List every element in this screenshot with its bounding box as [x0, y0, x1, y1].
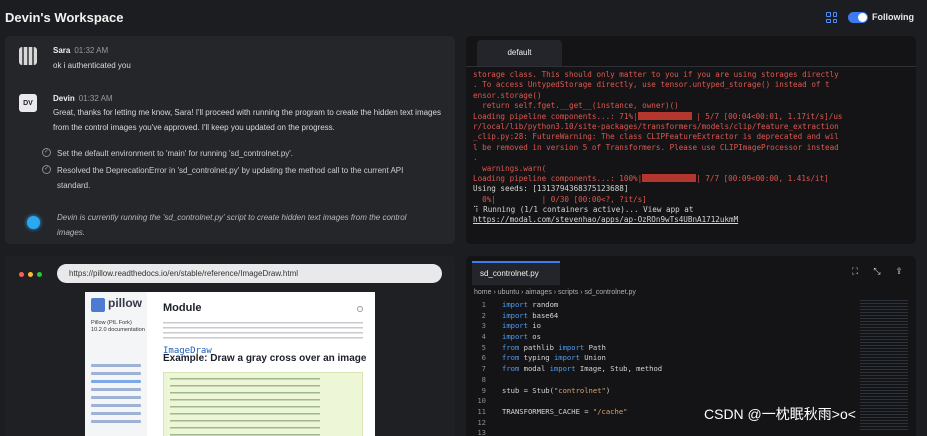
code-line[interactable]: 9 stub = Stub("controlnet") [466, 386, 846, 397]
progress-bar [642, 173, 697, 182]
terminal-line: . To access UntypedStorage directly, use… [473, 80, 830, 90]
terminal-line: warnings.warn( [473, 163, 547, 173]
line-number: 9 [481, 385, 486, 395]
sidebar-nav[interactable] [91, 364, 141, 428]
line-number: 4 [481, 332, 486, 342]
workspace-title: Devin's Workspace [5, 10, 124, 25]
code-line[interactable]: 3 import io [466, 321, 846, 332]
line-number: 3 [481, 321, 486, 331]
terminal-line: return self.fget.__get__(instance, owner… [473, 101, 679, 111]
terminal-output: storage class. This should only matter t… [473, 70, 913, 226]
code-line[interactable]: 5 from pathlib import Path [466, 343, 846, 354]
step-item: ✓ Set the default environment to 'main' … [42, 146, 407, 161]
message-time: 01:32 AM [78, 94, 113, 103]
following-label: Following [872, 12, 914, 22]
line-number: 13 [477, 428, 486, 436]
settings-icon[interactable] [357, 306, 363, 312]
terminal-line: l be removed in version 5 of Transformer… [473, 142, 839, 152]
section-heading: Example: Draw a gray cross over an image [163, 353, 367, 364]
watermark: CSDN @一枕眠秋雨>o< [704, 406, 856, 422]
expand-icon[interactable]: ⛶ [850, 266, 860, 276]
avatar [19, 47, 37, 65]
web-page: pillow Pillow (PIL Fork) 10.2.0 document… [85, 292, 375, 436]
code-line[interactable]: 2 import base64 [466, 311, 846, 322]
terminal-line: ensor.storage() [473, 90, 542, 100]
paragraph [163, 322, 363, 342]
editor-toolbar: ⛶ ⤡ ⇪ [850, 266, 904, 276]
message-text: Great, thanks for letting me know, Sara!… [53, 108, 441, 132]
line-number: 10 [477, 396, 486, 406]
terminal-line: r/local/lib/python3.10/site-packages/tra… [473, 121, 839, 131]
workspace-header: Devin's Workspace Following [0, 0, 927, 34]
code-line[interactable]: 6 from typing import Union [466, 353, 846, 364]
sidebar-title[interactable]: Pillow (PIL Fork) 10.2.0 documentation [91, 320, 145, 334]
avatar: DV [19, 94, 37, 112]
tab-sd-controlnet[interactable]: sd_controlnet.py [472, 261, 560, 285]
check-circle-icon: ✓ [42, 148, 51, 157]
line-number: 7 [481, 364, 486, 374]
code-line[interactable]: 1 import random [466, 300, 846, 311]
minimap[interactable] [860, 300, 908, 430]
code-example [163, 372, 363, 436]
status-text: Devin is currently running the 'sd_contr… [57, 213, 407, 237]
divider [466, 66, 916, 67]
message-author: Sara 01:32 AM [53, 46, 109, 55]
step-text: Resolved the DeprecationError in 'sd_con… [57, 166, 404, 190]
progress-bar [637, 111, 692, 120]
step-text: Set the default environment to 'main' fo… [57, 149, 294, 158]
step-item: ✓ Resolved the DeprecationError in 'sd_c… [42, 163, 412, 193]
code-line[interactable]: 13 [466, 428, 846, 436]
close-dot-icon[interactable] [19, 272, 24, 277]
line-number: 12 [477, 417, 486, 427]
line-number: 1 [481, 300, 486, 309]
terminal-line: ⠹ Running (1/1 containers active)... Vie… [473, 205, 694, 215]
running-indicator-icon [27, 216, 40, 229]
terminal-line: 0%| | 0/30 [00:00<?, ?it/s] [473, 194, 647, 204]
maximize-dot-icon[interactable] [37, 272, 42, 277]
logo-text: pillow [108, 296, 142, 310]
message-time: 01:32 AM [74, 46, 109, 55]
upload-icon[interactable]: ⇪ [894, 266, 904, 276]
chat-panel: Sara 01:32 AM ok i authenticated you DV D… [5, 36, 455, 244]
collapse-icon[interactable]: ⤡ [872, 266, 882, 276]
breadcrumb[interactable]: home › ubuntu › aimages › scripts › sd_c… [474, 289, 636, 296]
url-bar[interactable]: https://pillow.readthedocs.io/en/stable/… [57, 264, 442, 283]
page-title: ImageDraw Module [163, 302, 212, 356]
browser-panel: https://pillow.readthedocs.io/en/stable/… [5, 256, 455, 436]
line-number: 8 [481, 374, 486, 384]
docs-sidebar: pillow Pillow (PIL Fork) 10.2.0 document… [85, 292, 147, 436]
line-number: 5 [481, 342, 486, 352]
minimize-dot-icon[interactable] [28, 272, 33, 277]
pillow-logo-icon [91, 298, 105, 312]
line-number: 11 [477, 406, 486, 416]
terminal-line: storage class. This should only matter t… [473, 70, 839, 79]
tab-default[interactable]: default [477, 40, 562, 66]
terminal-line: Loading pipeline components...: 100%| | 7… [473, 173, 829, 183]
code-line[interactable]: 8 [466, 375, 846, 386]
message-author: Devin 01:32 AM [53, 94, 113, 103]
terminal-line: Loading pipeline components...: 71%| | 5… [473, 111, 843, 121]
line-number: 2 [481, 310, 486, 320]
line-number: 6 [481, 353, 486, 363]
code-line[interactable]: 7 from modal import Image, Stub, method [466, 364, 846, 375]
terminal-line[interactable]: https://modal.com/stevenhao/apps/ap-OzRO… [473, 215, 913, 225]
window-controls [19, 272, 42, 277]
terminal-line: . [473, 153, 478, 163]
terminal-panel: default storage class. This should only … [466, 36, 916, 244]
following-toggle[interactable] [848, 12, 868, 23]
terminal-line: _clip.py:28: FutureWarning: The class CL… [473, 132, 839, 142]
grid-layout-icon[interactable] [826, 12, 837, 23]
message-text: ok i authenticated you [53, 61, 131, 70]
code-line[interactable]: 4 import os [466, 332, 846, 343]
check-circle-icon: ✓ [42, 165, 51, 174]
terminal-line: Using seeds: [1313794368375123688] [473, 184, 629, 194]
